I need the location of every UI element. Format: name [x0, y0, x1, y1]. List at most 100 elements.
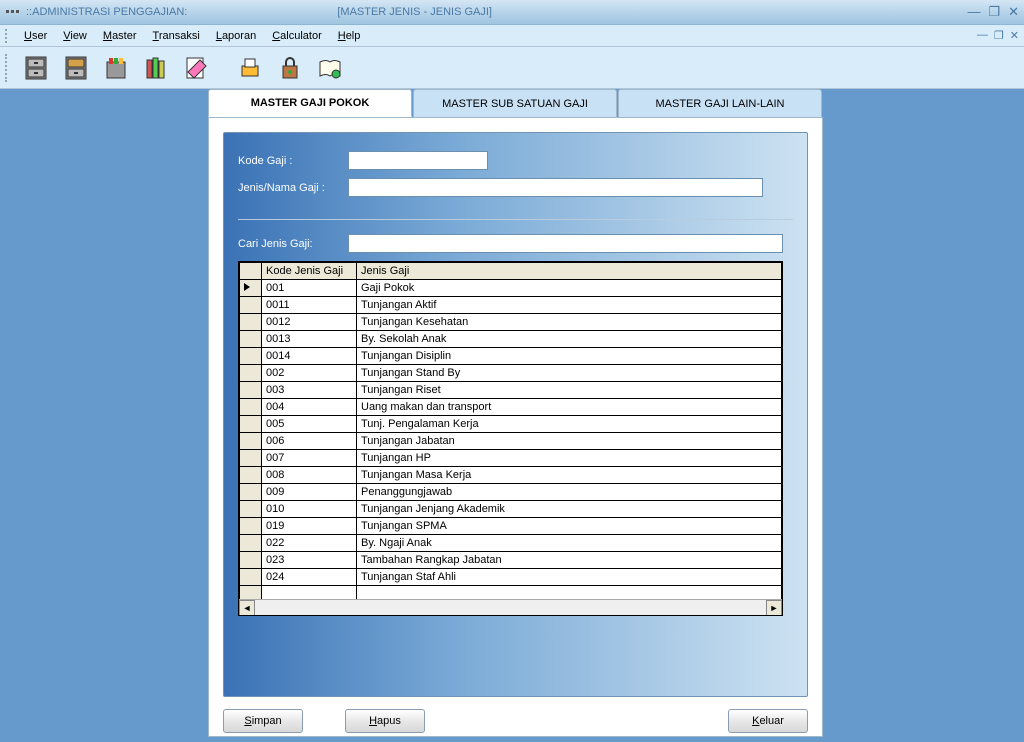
table-row[interactable]: 010Tunjangan Jenjang Akademik	[240, 501, 782, 518]
cell-name[interactable]: Tunj. Pengalaman Kerja	[357, 416, 782, 433]
table-row[interactable]: 023Tambahan Rangkap Jabatan	[240, 552, 782, 569]
cell-name[interactable]: By. Ngaji Anak	[357, 535, 782, 552]
menu-laporan[interactable]: Laporan	[208, 28, 264, 44]
grid-header-name[interactable]: Jenis Gaji	[357, 263, 782, 280]
row-header[interactable]	[240, 450, 262, 467]
cell-name[interactable]: Tunjangan Jenjang Akademik	[357, 501, 782, 518]
cell-code[interactable]: 023	[262, 552, 357, 569]
menu-calculator[interactable]: Calculator	[264, 28, 330, 44]
scroll-right-button[interactable]: ►	[766, 600, 782, 616]
cell-code[interactable]: 001	[262, 280, 357, 297]
cell-name[interactable]: Tunjangan HP	[357, 450, 782, 467]
row-header[interactable]	[240, 314, 262, 331]
cell-code[interactable]: 010	[262, 501, 357, 518]
cell-name[interactable]: Tunjangan Aktif	[357, 297, 782, 314]
menu-transaksi[interactable]: Transaksi	[145, 28, 208, 44]
table-row[interactable]: 0014Tunjangan Disiplin	[240, 348, 782, 365]
row-header[interactable]	[240, 484, 262, 501]
cell-name[interactable]: Tunjangan Stand By	[357, 365, 782, 382]
row-header[interactable]	[240, 518, 262, 535]
row-header[interactable]	[240, 382, 262, 399]
table-row[interactable]: 0012Tunjangan Kesehatan	[240, 314, 782, 331]
row-header[interactable]	[240, 280, 262, 297]
cell-name[interactable]: Tambahan Rangkap Jabatan	[357, 552, 782, 569]
toolbar-button-6[interactable]	[232, 50, 268, 86]
toolbar-button-4[interactable]	[138, 50, 174, 86]
cell-code[interactable]: 0013	[262, 331, 357, 348]
menu-user[interactable]: User	[16, 28, 55, 44]
grid-horizontal-scrollbar[interactable]: ◄ ►	[239, 599, 782, 615]
cell-code[interactable]: 003	[262, 382, 357, 399]
table-row[interactable]: 003Tunjangan Riset	[240, 382, 782, 399]
cell-name[interactable]: Tunjangan Staf Ahli	[357, 569, 782, 586]
toolbar-button-2[interactable]	[58, 50, 94, 86]
cell-name[interactable]: Tunjangan Masa Kerja	[357, 467, 782, 484]
tab-master-gaji-pokok[interactable]: MASTER GAJI POKOK	[208, 89, 412, 117]
table-row[interactable]: 009Penanggungjawab	[240, 484, 782, 501]
minimize-button[interactable]: —	[967, 4, 980, 20]
table-row[interactable]: 019Tunjangan SPMA	[240, 518, 782, 535]
cell-code[interactable]: 008	[262, 467, 357, 484]
cell-name[interactable]: By. Sekolah Anak	[357, 331, 782, 348]
table-row[interactable]: 0011Tunjangan Aktif	[240, 297, 782, 314]
row-header[interactable]	[240, 433, 262, 450]
cell-name[interactable]: Uang makan dan transport	[357, 399, 782, 416]
row-header[interactable]	[240, 297, 262, 314]
row-header[interactable]	[240, 535, 262, 552]
row-header[interactable]	[240, 501, 262, 518]
row-header[interactable]	[240, 552, 262, 569]
cell-code[interactable]: 019	[262, 518, 357, 535]
cell-code[interactable]: 0011	[262, 297, 357, 314]
mdi-restore-button[interactable]: ❐	[994, 29, 1004, 42]
toolbar-button-1[interactable]	[18, 50, 54, 86]
table-row[interactable]: 004Uang makan dan transport	[240, 399, 782, 416]
row-header[interactable]	[240, 399, 262, 416]
row-header[interactable]	[240, 467, 262, 484]
cell-name[interactable]: Tunjangan Riset	[357, 382, 782, 399]
delete-button[interactable]: Hapus	[345, 709, 425, 733]
table-row[interactable]: 005Tunj. Pengalaman Kerja	[240, 416, 782, 433]
cell-name[interactable]: Gaji Pokok	[357, 280, 782, 297]
table-row[interactable]: 024Tunjangan Staf Ahli	[240, 569, 782, 586]
kode-gaji-input[interactable]	[348, 151, 488, 170]
cell-name[interactable]: Penanggungjawab	[357, 484, 782, 501]
toolbar-button-8[interactable]	[312, 50, 348, 86]
cell-name[interactable]: Tunjangan Jabatan	[357, 433, 782, 450]
row-header[interactable]	[240, 365, 262, 382]
cell-code[interactable]: 024	[262, 569, 357, 586]
cell-code[interactable]: 006	[262, 433, 357, 450]
table-row[interactable]: 0013By. Sekolah Anak	[240, 331, 782, 348]
cell-code[interactable]: 007	[262, 450, 357, 467]
cell-name[interactable]: Tunjangan Disiplin	[357, 348, 782, 365]
cell-name[interactable]: Tunjangan SPMA	[357, 518, 782, 535]
scroll-left-button[interactable]: ◄	[239, 600, 255, 616]
cell-code[interactable]: 002	[262, 365, 357, 382]
cell-name[interactable]: Tunjangan Kesehatan	[357, 314, 782, 331]
save-button[interactable]: Simpan	[223, 709, 303, 733]
mdi-close-button[interactable]: ✕	[1010, 29, 1019, 42]
menu-help[interactable]: Help	[330, 28, 369, 44]
data-grid[interactable]: Kode Jenis Gaji Jenis Gaji 001Gaji Pokok…	[238, 261, 783, 616]
row-header[interactable]	[240, 569, 262, 586]
row-header[interactable]	[240, 416, 262, 433]
menu-view[interactable]: View	[55, 28, 95, 44]
cell-code[interactable]: 004	[262, 399, 357, 416]
search-input[interactable]	[348, 234, 783, 253]
cell-code[interactable]: 0012	[262, 314, 357, 331]
exit-button[interactable]: Keluar	[728, 709, 808, 733]
table-row[interactable]: 008Tunjangan Masa Kerja	[240, 467, 782, 484]
table-row[interactable]: 022By. Ngaji Anak	[240, 535, 782, 552]
table-row[interactable]: 007Tunjangan HP	[240, 450, 782, 467]
toolbar-button-7[interactable]	[272, 50, 308, 86]
toolbar-button-3[interactable]	[98, 50, 134, 86]
table-row[interactable]: 001Gaji Pokok	[240, 280, 782, 297]
mdi-minimize-button[interactable]: —	[977, 29, 988, 42]
cell-code[interactable]: 0014	[262, 348, 357, 365]
tab-master-sub-satuan-gaji[interactable]: MASTER SUB SATUAN GAJI	[413, 89, 617, 117]
grid-header-code[interactable]: Kode Jenis Gaji	[262, 263, 357, 280]
menu-master[interactable]: Master	[95, 28, 145, 44]
scroll-track[interactable]	[255, 600, 766, 615]
nama-gaji-input[interactable]	[348, 178, 763, 197]
toolbar-button-5[interactable]	[178, 50, 214, 86]
cell-code[interactable]: 022	[262, 535, 357, 552]
